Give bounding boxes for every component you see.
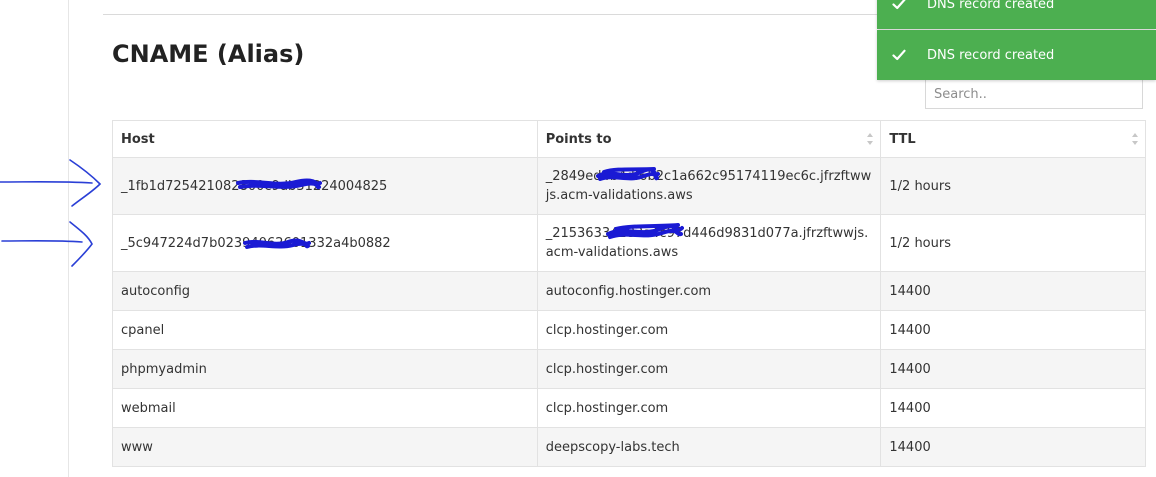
cell-ttl: 14400 (880, 310, 1146, 350)
column-header-label: TTL (889, 131, 916, 147)
cell-points-to: _21536334283a4c97d446d9831d077a.jfrzftww… (536, 214, 882, 272)
cell-points-to: _2849ed4b4df6b2c1a662c95174119ec6c.jfrzf… (536, 157, 882, 215)
check-icon (892, 0, 906, 10)
cname-table: Host Points to TTL _1fb1d725421082800c9d… (112, 120, 1146, 467)
search-input[interactable] (925, 79, 1143, 109)
cell-ttl: 14400 (880, 388, 1146, 428)
sort-arrows-icon[interactable] (866, 132, 874, 146)
left-margin (0, 0, 68, 477)
cell-host: cpanel (112, 310, 538, 350)
toast-notification[interactable]: DNS record created (877, 0, 1156, 29)
cell-points-to: clcp.hostinger.com (536, 310, 882, 350)
table-row[interactable]: webmail clcp.hostinger.com 14400 (112, 388, 1146, 428)
cell-ttl: 1/2 hours (880, 157, 1146, 215)
column-header-label: Host (121, 131, 155, 147)
cell-host: _1fb1d725421082800c9db31224004825 (112, 157, 538, 215)
column-header-host[interactable]: Host (112, 120, 538, 158)
cell-host: autoconfig (112, 271, 538, 311)
cell-points-to: clcp.hostinger.com (536, 388, 882, 428)
table-row[interactable]: autoconfig autoconfig.hostinger.com 1440… (112, 271, 1146, 311)
cell-host: _5c947224d7b02394062601332a4b0882 (112, 214, 538, 272)
table-row[interactable]: cpanel clcp.hostinger.com 14400 (112, 310, 1146, 350)
column-header-points-to[interactable]: Points to (536, 120, 882, 158)
table-row[interactable]: _5c947224d7b02394062601332a4b0882 _21536… (112, 214, 1146, 272)
sort-arrows-icon[interactable] (1131, 132, 1139, 146)
cell-points-to: autoconfig.hostinger.com (536, 271, 882, 311)
cell-ttl: 14400 (880, 427, 1146, 467)
table-row[interactable]: phpmyadmin clcp.hostinger.com 14400 (112, 349, 1146, 389)
section-title: CNAME (Alias) (112, 40, 305, 68)
column-header-label: Points to (545, 131, 612, 147)
cell-host: www (112, 427, 538, 467)
cell-host: phpmyadmin (112, 349, 538, 389)
table-row[interactable]: www deepscopy-labs.tech 14400 (112, 427, 1146, 467)
toast-message: DNS record created (927, 47, 1055, 63)
cell-host: webmail (112, 388, 538, 428)
cell-ttl: 14400 (880, 349, 1146, 389)
toast-notification[interactable]: DNS record created (877, 30, 1156, 80)
cell-ttl: 14400 (880, 271, 1146, 311)
table-header-row: Host Points to TTL (112, 120, 1146, 158)
toast-message: DNS record created (927, 0, 1055, 12)
cell-points-to: deepscopy-labs.tech (536, 427, 882, 467)
column-header-ttl[interactable]: TTL (880, 120, 1146, 158)
check-icon (892, 49, 906, 61)
cell-ttl: 1/2 hours (880, 214, 1146, 272)
table-row[interactable]: _1fb1d725421082800c9db31224004825 _2849e… (112, 157, 1146, 215)
cell-points-to: clcp.hostinger.com (536, 349, 882, 389)
